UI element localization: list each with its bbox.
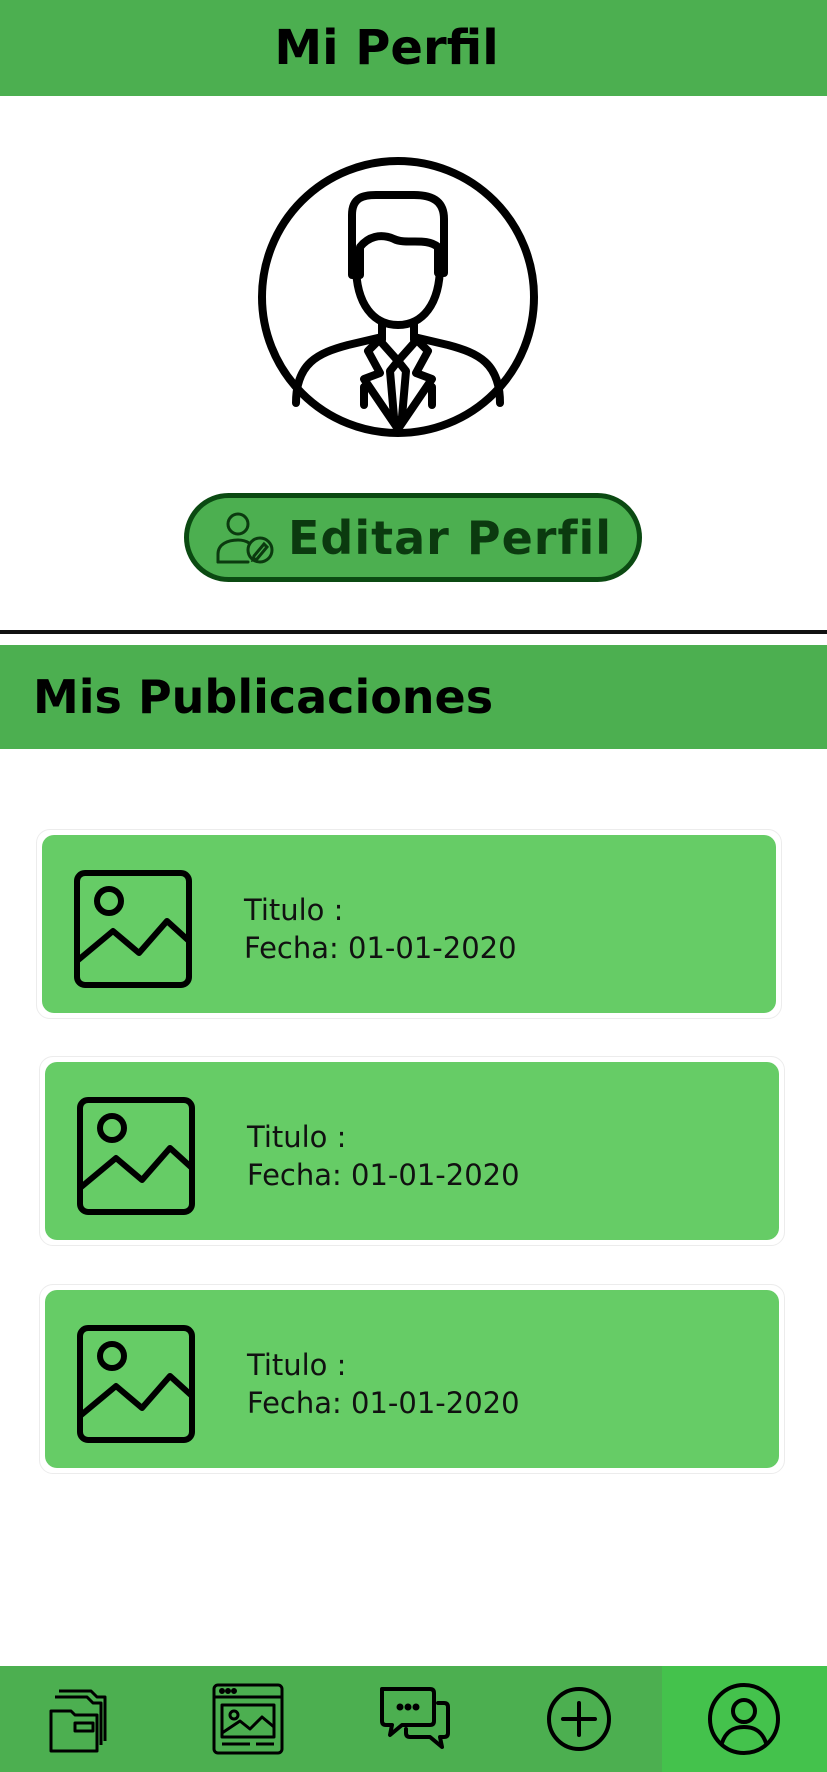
image-placeholder-icon: [74, 870, 192, 988]
publication-card-body[interactable]: Titulo : Fecha: 01-01-2020: [42, 835, 776, 1013]
publication-date: Fecha: 01-01-2020: [247, 1386, 520, 1420]
publication-title: Titulo :: [247, 1348, 347, 1382]
nav-item-add[interactable]: [496, 1666, 661, 1772]
section-divider: [0, 630, 827, 634]
add-circle-icon: [546, 1687, 611, 1751]
gallery-browser-icon: [212, 1683, 284, 1755]
publication-card[interactable]: Titulo : Fecha: 01-01-2020: [36, 829, 782, 1019]
publication-card-body[interactable]: Titulo : Fecha: 01-01-2020: [45, 1290, 779, 1468]
publication-card[interactable]: Titulo : Fecha: 01-01-2020: [39, 1056, 785, 1246]
app-header: Mi Perfil: [0, 0, 827, 96]
businessman-avatar-icon: [258, 157, 538, 437]
nav-item-profile[interactable]: [661, 1666, 827, 1772]
publication-title: Titulo :: [244, 893, 344, 927]
nav-item-folders[interactable]: [0, 1666, 165, 1772]
edit-profile-label: Editar Perfil: [288, 510, 612, 565]
publication-title: Titulo :: [247, 1120, 347, 1154]
edit-profile-button[interactable]: Editar Perfil: [184, 493, 642, 582]
image-placeholder-icon: [77, 1325, 195, 1443]
publications-header: Mis Publicaciones: [0, 645, 827, 749]
image-placeholder-icon: [77, 1097, 195, 1215]
chat-icon: [379, 1687, 450, 1749]
publication-date: Fecha: 01-01-2020: [244, 931, 517, 965]
nav-item-gallery[interactable]: [165, 1666, 330, 1772]
publication-info: Titulo : Fecha: 01-01-2020: [244, 891, 517, 967]
folders-icon: [49, 1689, 107, 1753]
bottom-navigation: [0, 1666, 827, 1772]
profile-avatar: [256, 155, 540, 439]
publication-card[interactable]: Titulo : Fecha: 01-01-2020: [39, 1284, 785, 1474]
publication-card-body[interactable]: Titulo : Fecha: 01-01-2020: [45, 1062, 779, 1240]
publication-date: Fecha: 01-01-2020: [247, 1158, 520, 1192]
page-title: Mi Perfil: [274, 20, 499, 76]
publications-title: Mis Publicaciones: [33, 670, 494, 724]
user-edit-icon: [216, 512, 274, 563]
publication-info: Titulo : Fecha: 01-01-2020: [247, 1346, 520, 1422]
nav-item-chat[interactable]: [331, 1666, 496, 1772]
publication-info: Titulo : Fecha: 01-01-2020: [247, 1118, 520, 1194]
user-profile-icon: [708, 1683, 781, 1755]
